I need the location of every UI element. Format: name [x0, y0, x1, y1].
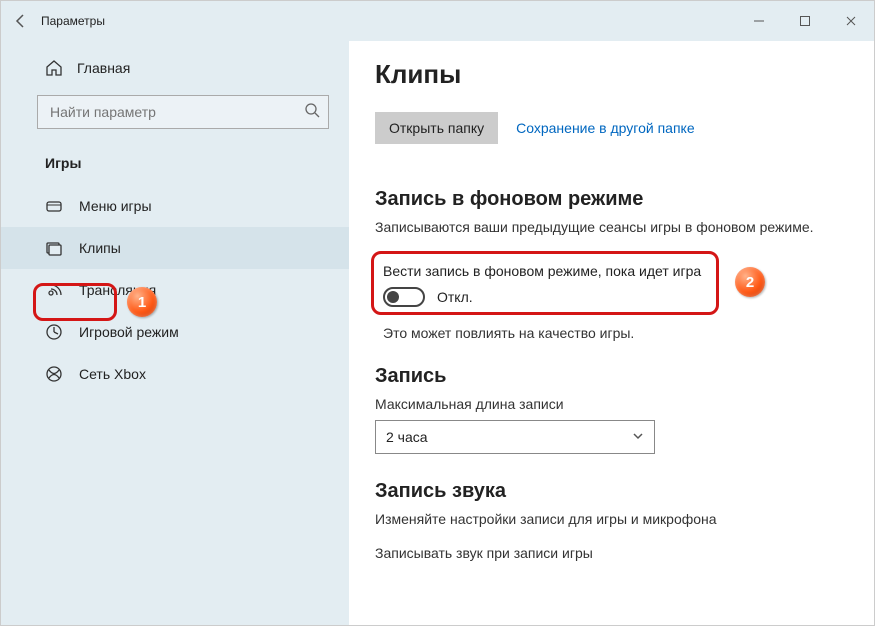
sidebar-item-label: Трансляция: [79, 282, 156, 298]
background-toggle-switch[interactable]: [383, 287, 425, 307]
minimize-button[interactable]: [736, 1, 782, 41]
background-toggle-label: Вести запись в фоновом режиме, пока идет…: [383, 263, 840, 279]
sidebar-item-game-mode[interactable]: Игровой режим: [1, 311, 349, 353]
close-button[interactable]: [828, 1, 874, 41]
window-title: Параметры: [41, 14, 105, 28]
sidebar-home[interactable]: Главная: [1, 51, 349, 85]
audio-heading: Запись звука: [375, 480, 848, 503]
background-note: Это может повлиять на качество игры.: [383, 325, 848, 341]
open-folder-button[interactable]: Открыть папку: [375, 112, 498, 144]
broadcast-icon: [45, 281, 63, 299]
background-recording-heading: Запись в фоновом режиме: [375, 188, 848, 211]
back-button[interactable]: [1, 13, 41, 29]
captures-icon: [45, 239, 63, 257]
game-bar-icon: [45, 197, 63, 215]
sidebar-section-header: Игры: [1, 149, 349, 185]
xbox-icon: [45, 365, 63, 383]
max-length-value: 2 часа: [386, 429, 428, 445]
sidebar-item-label: Клипы: [79, 240, 121, 256]
sidebar-item-label: Меню игры: [79, 198, 152, 214]
home-icon: [45, 59, 63, 77]
maximize-button[interactable]: [782, 1, 828, 41]
background-recording-desc: Записываются ваши предыдущие сеансы игры…: [375, 219, 848, 235]
sidebar-item-label: Сеть Xbox: [79, 366, 146, 382]
max-length-label: Максимальная длина записи: [375, 396, 848, 412]
sidebar-home-label: Главная: [77, 60, 130, 76]
save-other-folder-link[interactable]: Сохранение в другой папке: [516, 120, 695, 136]
search-icon: [304, 102, 320, 123]
sidebar-item-captures[interactable]: Клипы: [1, 227, 349, 269]
sidebar-item-game-bar[interactable]: Меню игры: [1, 185, 349, 227]
sidebar-item-label: Игровой режим: [79, 324, 179, 340]
background-toggle-state: Откл.: [437, 289, 473, 305]
search-input[interactable]: [50, 104, 304, 120]
game-mode-icon: [45, 323, 63, 341]
sidebar-item-xbox-network[interactable]: Сеть Xbox: [1, 353, 349, 395]
page-title: Клипы: [375, 59, 848, 90]
audio-toggle-label: Записывать звук при записи игры: [375, 545, 848, 561]
chevron-down-icon: [632, 429, 644, 445]
recording-heading: Запись: [375, 365, 848, 388]
max-length-select[interactable]: 2 часа: [375, 420, 655, 454]
search-field[interactable]: [37, 95, 329, 129]
sidebar-item-broadcasting[interactable]: Трансляция: [1, 269, 349, 311]
audio-desc: Изменяйте настройки записи для игры и ми…: [375, 511, 848, 527]
